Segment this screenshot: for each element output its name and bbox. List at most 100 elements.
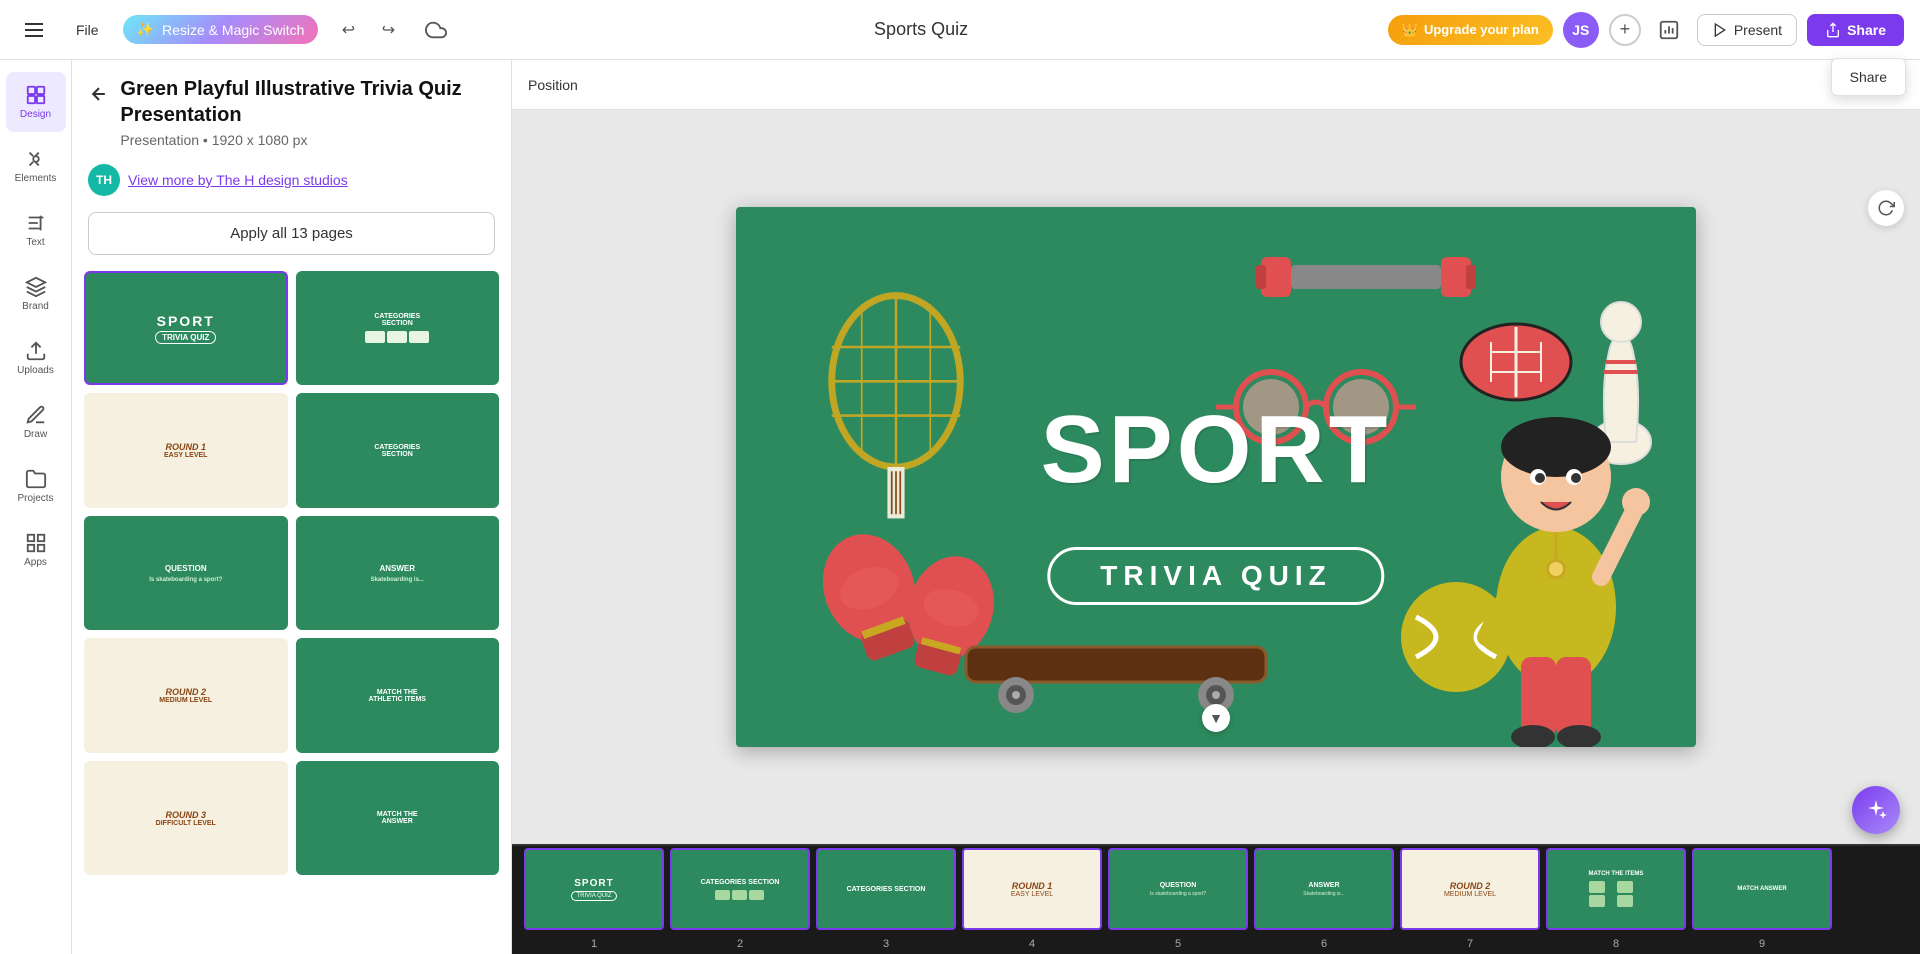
strip-thumb-5[interactable]: QUESTION Is skateboarding a sport? [1108,848,1248,930]
character-illustration [1446,347,1666,747]
thumb-10-content: MATCH THEANSWER [298,763,498,873]
design-icon [25,84,47,106]
topbar-center [466,15,1375,44]
template-thumb-1[interactable]: SPORT TRIVIA QUIZ [84,271,288,385]
strip-thumb-9[interactable]: MATCH ANSWER [1692,848,1832,930]
undo-redo-group: ↩ ↪ [330,12,406,48]
sidebar-item-draw[interactable]: Draw [6,392,66,452]
slide-sport-text: SPORT [1041,402,1392,498]
file-menu-button[interactable]: File [64,16,111,44]
strip-page-6-wrap: ANSWER Skateboarding is... 6 [1254,848,1394,952]
strip-thumb-2[interactable]: CATEGORIES SECTION [670,848,810,930]
template-panel: Green Playful Illustrative Trivia Quiz P… [72,60,512,954]
template-thumb-6[interactable]: ANSWER Skateboarding is... [296,516,500,630]
template-thumb-5[interactable]: QUESTION Is skateboarding a sport? [84,516,288,630]
strip-page-num-9: 9 [1759,938,1765,950]
panel-header: Green Playful Illustrative Trivia Quiz P… [72,60,511,156]
present-icon [1712,22,1728,38]
slide-trivia-text: TRIVIA QUIZ [1047,547,1384,605]
undo-button[interactable]: ↩ [330,12,366,48]
magic-switch-button[interactable]: ✨ Resize & Magic Switch [123,15,319,44]
thumb-9-content: ROUND 3 DIFFICULT LEVEL [86,763,286,873]
thumb-6-content: ANSWER Skateboarding is... [298,518,498,628]
strip-page-4-wrap: ROUND 1 EASY LEVEL 4 [962,848,1102,952]
author-link[interactable]: View more by The H design studios [128,172,348,188]
thumbnail-strip[interactable]: SPORT TRIVIA QUIZ 1 CATEGORIES SECTION [512,844,1920,954]
upgrade-button[interactable]: 👑 Upgrade your plan [1388,15,1553,45]
strip-page-9-wrap: MATCH ANSWER 9 [1692,848,1832,952]
main-area: Design Elements Text Brand Uploads [0,60,1920,954]
add-collaborator-button[interactable]: + [1609,14,1641,46]
strip-page-num-4: 4 [1029,938,1035,950]
panel-back-button[interactable] [88,80,110,108]
share-button[interactable]: Share [1807,14,1904,46]
design-label: Design [20,109,51,120]
topbar-right: 👑 Upgrade your plan JS + Present Share [1388,12,1904,48]
magic-wand-icon [1864,798,1888,822]
thumb-3-content: ROUND 1 EASY LEVEL [86,395,286,505]
template-thumb-9[interactable]: ROUND 3 DIFFICULT LEVEL [84,761,288,875]
strip-thumb-3[interactable]: CATEGORIES SECTION [816,848,956,930]
cloud-save-button[interactable] [418,12,454,48]
canvas-toolbar: Position [512,60,1920,110]
magic-assistant-button[interactable] [1852,786,1900,834]
strip-page-num-5: 5 [1175,938,1181,950]
draw-icon [25,404,47,426]
thumb-2-content: CATEGORIES SECTION [298,273,498,383]
strip-thumb-8[interactable]: MATCH THE ITEMS [1546,848,1686,930]
strip-thumb-1[interactable]: SPORT TRIVIA QUIZ [524,848,664,930]
strip-page-8-wrap: MATCH THE ITEMS 8 [1546,848,1686,952]
thumb-8-content: MATCH THEATHLETIC ITEMS [298,640,498,750]
template-thumb-3[interactable]: ROUND 1 EASY LEVEL [84,393,288,507]
sidebar-item-apps[interactable]: Apps [6,520,66,580]
template-thumb-2[interactable]: CATEGORIES SECTION [296,271,500,385]
strip-page-num-7: 7 [1467,938,1473,950]
strip-page-num-8: 8 [1613,938,1619,950]
strip-page-1-wrap: SPORT TRIVIA QUIZ 1 [524,848,664,952]
redo-button[interactable]: ↪ [370,12,406,48]
apps-icon [25,532,47,554]
user-avatar[interactable]: JS [1563,12,1599,48]
template-grid: SPORT TRIVIA QUIZ CATEGORIES SECTION [80,267,503,879]
template-thumb-10[interactable]: MATCH THEANSWER [296,761,500,875]
template-thumb-4[interactable]: CATEGORIES SECTION [296,393,500,507]
thumb-7-content: ROUND 2 MEDIUM LEVEL [86,640,286,750]
magic-star-icon: ✨ [137,21,154,38]
sidebar-item-text[interactable]: Text [6,200,66,260]
text-label: Text [26,237,44,248]
apply-all-button[interactable]: Apply all 13 pages [88,212,495,255]
present-button[interactable]: Present [1697,14,1797,46]
hamburger-menu-button[interactable] [16,12,52,48]
template-thumb-7[interactable]: ROUND 2 MEDIUM LEVEL [84,638,288,752]
analytics-button[interactable] [1651,12,1687,48]
template-thumb-8[interactable]: MATCH THEATHLETIC ITEMS [296,638,500,752]
crown-icon: 👑 [1402,22,1418,38]
refresh-button[interactable] [1868,190,1904,226]
uploads-label: Uploads [17,365,54,376]
brand-icon [25,276,47,298]
topbar-left: File ✨ Resize & Magic Switch ↩ ↪ [16,12,454,48]
canvas-area: Position [512,60,1920,954]
strip-page-num-6: 6 [1321,938,1327,950]
sidebar-item-projects[interactable]: Projects [6,456,66,516]
skateboard-decoration [956,617,1276,717]
avatar-initials: JS [1572,22,1589,38]
strip-thumb-7[interactable]: ROUND 2 MEDIUM LEVEL [1400,848,1540,930]
panel-subtitle: Presentation • 1920 x 1080 px [120,132,495,148]
sidebar-item-brand[interactable]: Brand [6,264,66,324]
share-tooltip: Share [1831,58,1906,96]
document-title-input[interactable] [797,15,1045,44]
strip-thumb-4[interactable]: ROUND 1 EASY LEVEL [962,848,1102,930]
sidebar-item-design[interactable]: Design [6,72,66,132]
uploads-icon [25,340,47,362]
strip-thumb-6[interactable]: ANSWER Skateboarding is... [1254,848,1394,930]
topbar: File ✨ Resize & Magic Switch ↩ ↪ 👑 Upgra… [0,0,1920,60]
collapse-strip-button[interactable]: ▼ [1202,704,1230,732]
draw-label: Draw [24,429,47,440]
sidebar-item-uploads[interactable]: Uploads [6,328,66,388]
panel-scroll-area[interactable]: SPORT TRIVIA QUIZ CATEGORIES SECTION [72,267,511,954]
strip-page-num-3: 3 [883,938,889,950]
upgrade-label: Upgrade your plan [1424,22,1539,37]
sidebar-item-elements[interactable]: Elements [6,136,66,196]
strip-page-num-2: 2 [737,938,743,950]
